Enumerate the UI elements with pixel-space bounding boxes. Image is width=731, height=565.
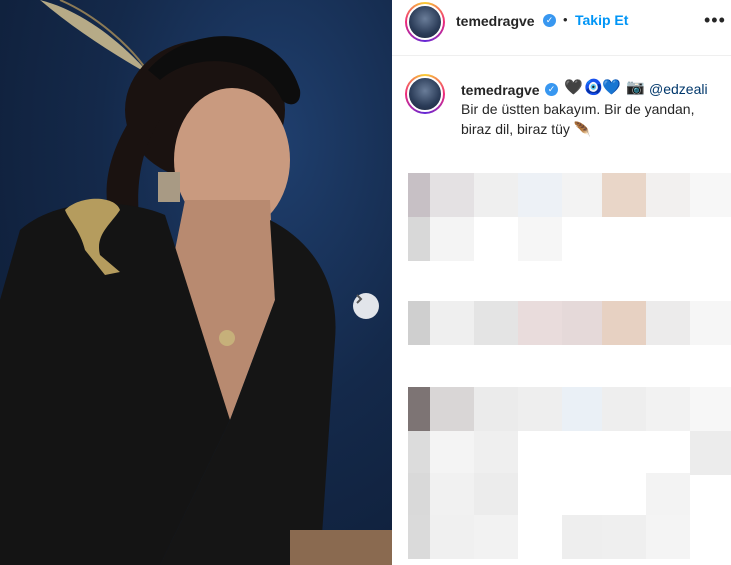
blur-cell: [690, 431, 731, 475]
blur-cell: [474, 301, 518, 345]
blur-cell: [518, 173, 562, 217]
blur-cell: [646, 473, 690, 517]
blur-cell: [602, 387, 646, 431]
blur-cell: [430, 431, 474, 475]
nazar-amulet-emoji: 🧿: [584, 79, 603, 96]
blur-cell: [646, 387, 690, 431]
verified-badge-icon: ✓: [545, 83, 558, 96]
blur-cell: [518, 387, 562, 431]
blur-cell: [474, 173, 518, 217]
caption-text: Bir de üstten bakayım. Bir de yandan, bi…: [461, 101, 695, 137]
more-options-icon[interactable]: •••: [704, 10, 726, 31]
caption-username[interactable]: temedragve: [461, 82, 540, 98]
next-photo-button[interactable]: [353, 293, 379, 319]
blur-cell: [602, 515, 646, 559]
blur-cell: [602, 173, 646, 217]
blur-cell: [430, 217, 474, 261]
blur-cell: [690, 301, 731, 345]
blur-cell: [430, 301, 474, 345]
blur-cell: [562, 173, 606, 217]
blur-cell: [474, 387, 518, 431]
blue-heart-emoji: 💙: [602, 79, 621, 96]
header-avatar[interactable]: [405, 2, 445, 42]
blur-cell: [562, 515, 606, 559]
post-header: temedragve ✓ • Takip Et •••: [392, 0, 731, 56]
header-username[interactable]: temedragve: [456, 13, 535, 29]
header-separator-dot: •: [563, 12, 568, 27]
blur-cell: [430, 387, 474, 431]
portrait-illustration: [0, 0, 392, 565]
blur-cell: [430, 515, 474, 559]
blur-cell: [430, 173, 474, 217]
blur-cell: [646, 515, 690, 559]
post-photo[interactable]: [0, 0, 392, 565]
blur-cell: [474, 515, 518, 559]
caption-avatar[interactable]: [405, 74, 445, 114]
follow-button[interactable]: Takip Et: [575, 12, 628, 28]
blur-cell: [518, 301, 562, 345]
blur-cell: [562, 387, 606, 431]
camera-emoji: 📷: [626, 79, 645, 96]
verified-badge-icon: ✓: [543, 14, 556, 27]
blur-cell: [646, 301, 690, 345]
blur-cell: [474, 473, 518, 517]
blur-cell: [474, 431, 518, 475]
blur-cell: [690, 173, 731, 217]
blur-cell: [602, 301, 646, 345]
blur-cell: [430, 473, 474, 517]
black-heart-emoji: 🖤: [564, 79, 583, 96]
blur-cell: [518, 217, 562, 261]
blur-cell: [562, 301, 606, 345]
blur-cell: [690, 387, 731, 431]
blur-cell: [646, 173, 690, 217]
caption-mention-link[interactable]: @edzeali: [649, 81, 708, 97]
